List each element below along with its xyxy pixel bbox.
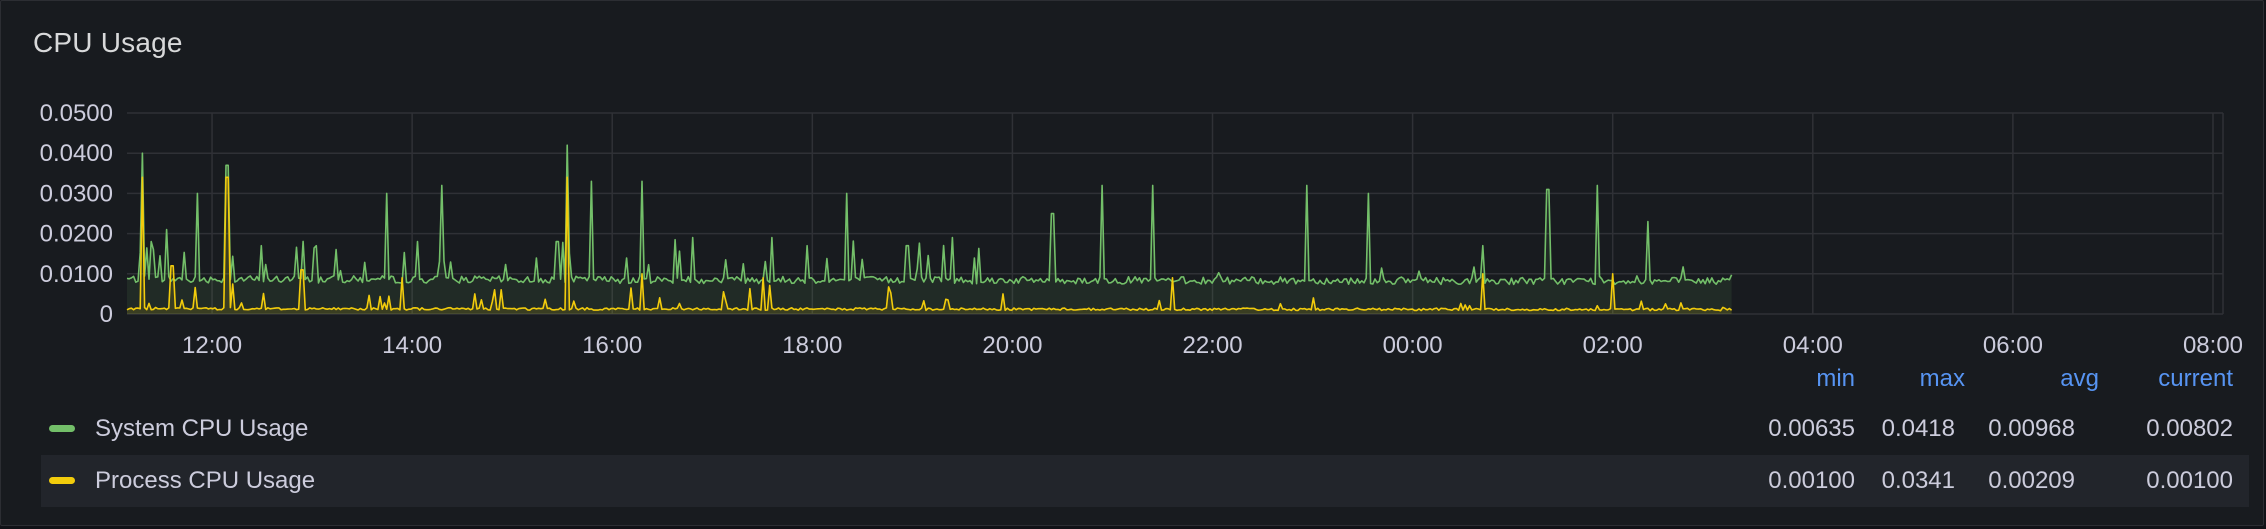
x-tick-label: 18:00 — [782, 332, 842, 359]
legend-avg-value: 0.00968 — [1988, 415, 2075, 442]
x-tick-label: 00:00 — [1383, 332, 1443, 359]
legend-series-name[interactable]: System CPU Usage — [95, 415, 308, 443]
legend-max-value: 0.0418 — [1881, 415, 1955, 442]
legend-current-value: 0.00100 — [2146, 467, 2233, 494]
y-tick-label: 0.0300 — [40, 180, 113, 207]
legend-header-min[interactable]: min — [1771, 365, 1855, 393]
y-axis: 0 0.0100 0.0200 0.0300 0.0400 0.0500 — [40, 100, 113, 328]
y-tick-label: 0.0200 — [40, 221, 113, 248]
cpu-usage-panel: CPU Usage 0 0.0100 0.0200 0.0300 0.0400 0.050… — [0, 0, 2264, 526]
x-tick-label: 12:00 — [182, 332, 242, 359]
y-tick-label: 0.0500 — [40, 100, 113, 127]
x-tick-label: 06:00 — [1983, 332, 2043, 359]
legend-header-avg[interactable]: avg — [1987, 365, 2099, 393]
x-tick-label: 02:00 — [1583, 332, 1643, 359]
x-tick-label: 08:00 — [2183, 332, 2243, 359]
x-tick-label: 20:00 — [982, 332, 1042, 359]
legend-current-value: 0.00802 — [2146, 415, 2233, 442]
x-tick-label: 14:00 — [382, 332, 442, 359]
legend-row-system-cpu[interactable]: System CPU Usage 0.00635 0.0418 0.00968 … — [41, 403, 2249, 455]
legend-row-process-cpu[interactable]: Process CPU Usage 0.00100 0.0341 0.00209… — [41, 455, 2249, 507]
y-tick-label: 0.0100 — [40, 261, 113, 288]
x-tick-label: 16:00 — [582, 332, 642, 359]
series-layer[interactable] — [126, 144, 1733, 314]
legend-max-value: 0.0341 — [1881, 467, 1955, 494]
legend-min-value: 0.00100 — [1768, 467, 1855, 494]
series-color-swatch[interactable] — [49, 425, 75, 432]
y-tick-label: 0 — [100, 301, 113, 328]
x-tick-label: 22:00 — [1182, 332, 1242, 359]
series-color-swatch[interactable] — [49, 477, 75, 484]
legend-avg-value: 0.00209 — [1988, 467, 2075, 494]
legend-header-max[interactable]: max — [1881, 365, 1965, 393]
x-tick-label: 04:00 — [1783, 332, 1843, 359]
series-area — [127, 145, 1732, 314]
legend-header-current[interactable]: current — [2115, 365, 2233, 393]
legend-series-name[interactable]: Process CPU Usage — [95, 467, 315, 495]
x-axis: 12:00 14:00 16:00 18:00 20:00 22:00 00:00 02:00… — [182, 332, 2243, 359]
y-tick-label: 0.0400 — [40, 140, 113, 167]
series-line[interactable] — [126, 144, 1733, 286]
legend-min-value: 0.00635 — [1768, 415, 1855, 442]
